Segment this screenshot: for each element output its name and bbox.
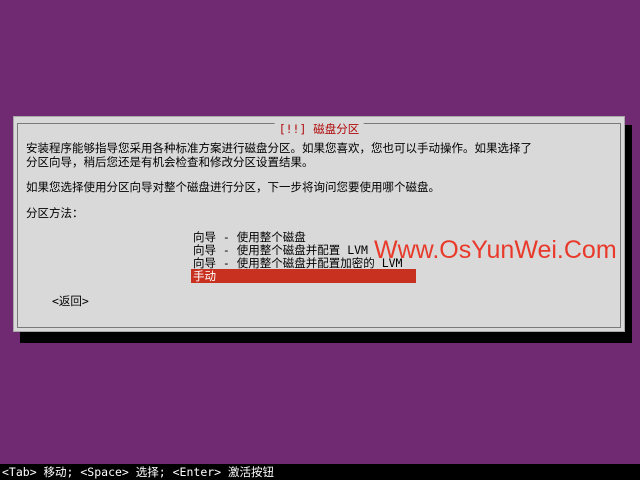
watermark-text: Www.OsYunWei.Com [374,236,617,264]
question-text: 如果您选择使用分区向导对整个磁盘进行分区，下一步将询问您要使用哪个磁盘。 [26,180,440,194]
partition-dialog: [!!] 磁盘分区 安装程序能够指导您采用各种标准方案进行磁盘分区。如果您喜欢，… [13,116,625,332]
description-line-1: 安装程序能够指导您采用各种标准方案进行磁盘分区。如果您喜欢，您也可以手动操作。如… [26,141,532,155]
dialog-title: [!!] 磁盘分区 [274,122,364,136]
option-manual[interactable]: 手动 [191,269,416,283]
method-label: 分区方法： [26,206,84,220]
back-button[interactable]: <返回> [52,294,89,308]
description-line-2: 分区向导，稍后您还是有机会检查和修改分区设置结果。 [26,155,314,169]
status-bar: <Tab> 移动; <Space> 选择; <Enter> 激活按钮 [0,464,640,480]
